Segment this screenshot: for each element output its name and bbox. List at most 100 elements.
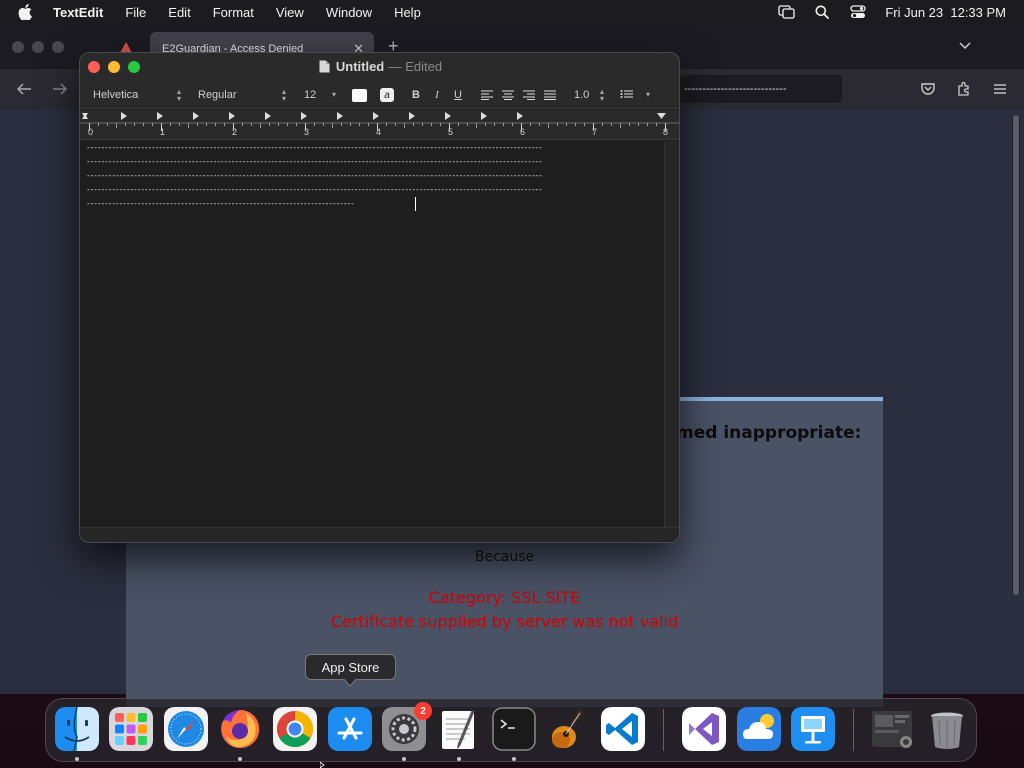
line-spacing-value: 1.0 — [574, 89, 590, 101]
browser-minimize-button[interactable] — [32, 41, 44, 53]
denied-heading: med inappropriate: — [676, 423, 862, 443]
align-center-icon[interactable] — [501, 87, 515, 103]
downloads-stack-icon[interactable] — [870, 707, 914, 751]
icloud-icon[interactable] — [737, 707, 781, 751]
menu-edit[interactable]: Edit — [168, 5, 190, 20]
pocket-icon[interactable] — [918, 79, 938, 99]
document-text-area[interactable]: ----------------------------------------… — [80, 141, 666, 529]
control-center-icon[interactable] — [849, 4, 867, 20]
chrome-icon[interactable] — [273, 707, 317, 751]
align-right-icon[interactable] — [522, 87, 536, 103]
menu-app-name[interactable]: TextEdit — [53, 5, 103, 20]
font-size-select[interactable]: 12 ▾ — [304, 87, 336, 103]
font-size-value: 12 — [304, 89, 317, 101]
text-line: ----------------------------------------… — [86, 185, 543, 194]
running-indicator — [75, 757, 79, 761]
ruler-number: 0 — [88, 127, 94, 137]
textedit-window: Untitled — Edited Helvetica ▴ ▾ Regular ▴ ▾ … — [79, 52, 680, 543]
running-indicator — [457, 757, 461, 761]
font-style-select[interactable]: Regular ▴ ▾ — [198, 87, 286, 103]
text-line: ----------------------------------------… — [86, 199, 355, 208]
running-indicator — [512, 757, 516, 761]
visual-studio-icon[interactable] — [682, 707, 726, 751]
select-chevrons-icon: ▴ ▾ — [176, 87, 181, 103]
menu-view[interactable]: View — [276, 5, 304, 20]
text-line: ----------------------------------------… — [86, 171, 543, 180]
terminal-icon[interactable] — [492, 707, 536, 751]
forward-arrow-icon[interactable] — [50, 79, 70, 99]
denied-reason: Certificate supplied by server was not v… — [330, 612, 679, 631]
menubar-clock[interactable]: Fri Jun 23 12:33 PM — [885, 5, 1006, 20]
mouse-cursor-icon — [320, 762, 325, 768]
menu-help[interactable]: Help — [394, 5, 421, 20]
title-separator: — — [388, 59, 402, 74]
bold-button[interactable]: B — [410, 87, 422, 103]
text-caret — [415, 197, 416, 211]
ruler-number: 7 — [592, 127, 598, 137]
garageband-icon[interactable] — [546, 707, 590, 751]
finder-icon[interactable] — [55, 707, 99, 751]
horizontal-scrollbar[interactable] — [80, 527, 679, 542]
hamburger-menu-icon[interactable] — [990, 79, 1010, 99]
running-indicator — [238, 757, 242, 761]
firefox-icon[interactable] — [218, 707, 262, 751]
url-bar[interactable]: ---------------------------- — [680, 75, 842, 103]
format-toolbar: Helvetica ▴ ▾ Regular ▴ ▾ 12 ▾ a B I U 1.0 — [80, 81, 679, 109]
text-color-swatch[interactable] — [352, 89, 367, 102]
safari-icon[interactable] — [164, 707, 208, 751]
dock: 2 — [45, 698, 977, 762]
dock-separator — [663, 709, 664, 751]
window-title: Untitled — Edited — [80, 59, 679, 74]
left-indent-marker — [82, 114, 88, 119]
align-left-icon[interactable] — [480, 87, 494, 103]
menu-bar: TextEdit File Edit Format View Window He… — [0, 0, 1024, 24]
notification-badge: 2 — [414, 702, 432, 720]
right-indent-marker — [657, 113, 666, 119]
tab-list-chevron-icon[interactable] — [958, 38, 972, 56]
menu-window[interactable]: Window — [326, 5, 372, 20]
ruler-number: 8 — [663, 127, 669, 137]
document-icon — [319, 60, 330, 73]
textedit-title-bar[interactable]: Untitled — Edited — [80, 53, 679, 81]
document-state: Edited — [405, 59, 443, 74]
screen-mirroring-icon[interactable] — [777, 4, 795, 20]
select-chevrons-icon: ▴ ▾ — [599, 87, 604, 103]
select-chevrons-icon: ▴ ▾ — [281, 87, 286, 103]
keynote-icon[interactable] — [791, 707, 835, 751]
align-justify-icon[interactable] — [543, 87, 557, 103]
font-style-value: Regular — [198, 89, 237, 101]
font-family-select[interactable]: Helvetica ▴ ▾ — [93, 87, 181, 103]
denied-category: Category: SSL SITE — [428, 588, 581, 607]
italic-button[interactable]: I — [431, 87, 443, 103]
menu-format[interactable]: Format — [213, 5, 254, 20]
page-scrollbar-thumb[interactable] — [1013, 115, 1019, 595]
chevron-down-icon: ▾ — [331, 90, 336, 99]
browser-zoom-button[interactable] — [52, 41, 64, 53]
trash-icon[interactable] — [925, 707, 969, 751]
ruler-number: 4 — [376, 127, 382, 137]
ruler-number: 2 — [232, 127, 238, 137]
document-name: Untitled — [335, 59, 385, 74]
line-spacing-select[interactable]: 1.0 ▴ ▾ — [574, 87, 604, 103]
dock-separator — [853, 709, 854, 751]
ruler[interactable]: 0 1 2 3 4 5 6 7 8 — [80, 110, 679, 140]
chevron-down-icon: ▾ — [645, 90, 650, 99]
vscode-icon[interactable] — [601, 707, 645, 751]
running-indicator — [402, 757, 406, 761]
spotlight-search-icon[interactable] — [813, 4, 831, 20]
list-style-select[interactable]: ▾ — [620, 87, 650, 103]
highlight-color-button[interactable]: a — [380, 88, 394, 102]
menu-file[interactable]: File — [125, 5, 146, 20]
dock-tooltip: App Store — [305, 654, 396, 680]
underline-button[interactable]: U — [452, 87, 464, 103]
apple-menu-icon[interactable] — [18, 4, 34, 20]
extensions-icon[interactable] — [954, 79, 974, 99]
font-family-value: Helvetica — [93, 89, 139, 101]
browser-close-button[interactable] — [12, 41, 24, 53]
app-store-icon[interactable] — [328, 707, 372, 751]
vertical-scrollbar[interactable] — [664, 141, 679, 529]
bullet-list-icon — [620, 89, 634, 102]
launchpad-icon[interactable] — [109, 707, 153, 751]
textedit-icon[interactable] — [437, 707, 481, 751]
back-arrow-icon[interactable] — [14, 79, 34, 99]
